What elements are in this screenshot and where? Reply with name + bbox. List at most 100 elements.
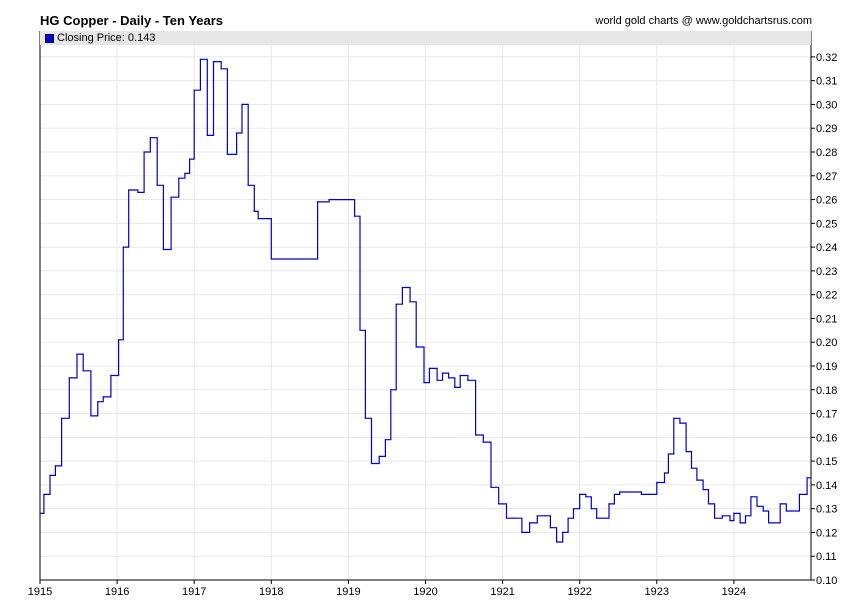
data-point — [521, 531, 523, 534]
data-point — [395, 303, 397, 305]
data-point — [640, 493, 643, 495]
legend-label: Closing Price: 0.143 — [57, 32, 156, 44]
x-tick-label: 1922 — [567, 586, 591, 598]
x-tick-label: 1918 — [259, 586, 283, 598]
y-tick-label: 0.17 — [816, 409, 837, 421]
y-tick-label: 0.12 — [816, 527, 837, 539]
y-tick-label: 0.22 — [816, 290, 837, 302]
data-point — [97, 401, 99, 403]
data-point — [189, 158, 191, 160]
data-point — [773, 522, 775, 524]
data-point — [762, 510, 764, 512]
y-tick-label: 0.11 — [816, 551, 837, 563]
data-point — [162, 248, 164, 251]
y-tick-label: 0.28 — [816, 147, 837, 159]
data-point — [384, 439, 386, 441]
y-axis-ticks: 0.10 0.11 0.12 0.13 0.14 0.15 0.16 0.17 0.18 0.19… — [811, 52, 837, 587]
data-point — [673, 417, 675, 419]
data-point — [428, 367, 430, 369]
data-point — [648, 493, 650, 495]
data-point — [529, 522, 531, 524]
data-point — [364, 417, 366, 419]
data-point — [567, 517, 569, 519]
data-point — [663, 472, 666, 474]
x-tick-label: 1920 — [413, 586, 437, 598]
data-point — [156, 184, 158, 186]
data-point — [90, 415, 92, 417]
data-point — [122, 246, 124, 248]
data-point — [149, 137, 151, 139]
data-point — [390, 389, 392, 391]
y-tick-label: 0.26 — [816, 195, 837, 207]
data-point — [505, 517, 508, 519]
data-point — [791, 510, 793, 512]
data-point — [317, 201, 319, 203]
y-tick-label: 0.25 — [816, 218, 837, 230]
y-tick-label: 0.31 — [816, 76, 837, 88]
data-point — [199, 58, 201, 60]
data-point — [328, 199, 330, 201]
data-point — [102, 396, 104, 398]
legend: Closing Price: 0.143 — [40, 31, 811, 45]
legend-swatch — [45, 34, 54, 43]
data-point — [76, 353, 78, 355]
data-point — [798, 493, 801, 495]
y-tick-label: 0.18 — [816, 385, 837, 397]
data-point — [193, 89, 195, 91]
data-point — [608, 503, 610, 505]
data-point — [779, 503, 781, 505]
x-tick-label: 1919 — [336, 586, 360, 598]
data-point — [513, 517, 515, 519]
data-point — [756, 505, 758, 507]
data-point — [82, 370, 84, 372]
data-point — [579, 493, 581, 495]
data-point — [143, 151, 145, 153]
data-point — [721, 515, 723, 517]
data-point — [409, 301, 411, 303]
data-point — [236, 132, 238, 134]
data-point — [750, 496, 752, 498]
y-tick-label: 0.15 — [816, 456, 837, 468]
data-point — [253, 210, 255, 212]
data-point — [454, 386, 456, 388]
data-point — [482, 441, 484, 443]
data-point — [128, 189, 130, 191]
data-point — [436, 379, 438, 381]
data-point — [448, 377, 450, 379]
data-point — [562, 531, 564, 534]
data-point — [667, 453, 670, 455]
data-point — [68, 377, 70, 379]
data-point — [549, 527, 552, 529]
data-point — [714, 517, 716, 519]
data-point — [401, 286, 403, 289]
data-point — [257, 218, 259, 220]
y-tick-label: 0.16 — [816, 432, 837, 444]
data-point — [729, 520, 731, 522]
data-point — [423, 382, 425, 384]
y-tick-label: 0.32 — [816, 52, 837, 64]
data-point — [370, 462, 373, 465]
data-point — [220, 68, 222, 70]
data-point — [49, 474, 51, 476]
y-tick-label: 0.14 — [816, 480, 837, 492]
y-tick-label: 0.19 — [816, 361, 837, 373]
data-point — [596, 517, 598, 519]
x-axis-ticks: 1915 1916 1917 1918 1919 1920 1921 1922 1923 1924 — [28, 580, 746, 598]
data-point — [475, 434, 477, 436]
data-point — [178, 177, 180, 179]
x-tick-label: 1915 — [28, 586, 52, 598]
data-point — [226, 153, 228, 155]
x-tick-label: 1923 — [645, 586, 669, 598]
data-point — [54, 465, 57, 467]
data-point — [206, 134, 208, 136]
data-point — [498, 503, 500, 505]
data-point — [768, 522, 770, 524]
data-point — [170, 196, 172, 198]
data-point — [359, 329, 361, 331]
data-point — [544, 515, 546, 517]
data-point — [785, 510, 787, 512]
data-point — [467, 379, 469, 381]
data-point — [633, 491, 635, 493]
data-point — [739, 522, 741, 524]
data-point — [354, 215, 356, 217]
